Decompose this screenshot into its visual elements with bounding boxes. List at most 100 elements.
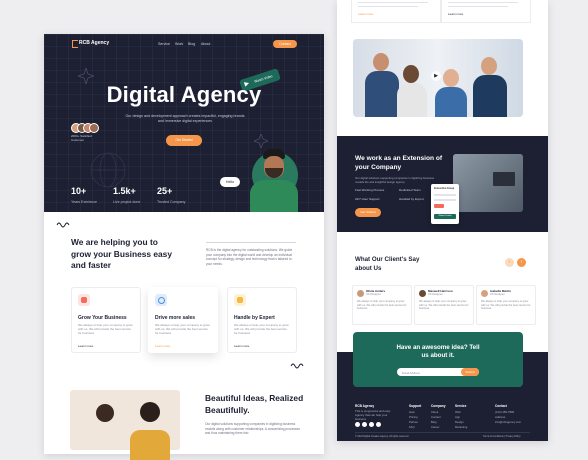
footer-col-title: Support [409, 404, 422, 408]
service-card[interactable]: Drive more sales We always ot help your … [148, 287, 218, 353]
footer-link[interactable]: Contact [431, 415, 441, 419]
extension-heading: We work as an Extension of your Company [355, 155, 443, 171]
nav-link-about[interactable]: About [201, 42, 210, 46]
footer-brand: RCB Agency [355, 404, 375, 408]
squiggle-icon [56, 222, 70, 228]
service-card[interactable]: Learn more [351, 0, 441, 23]
feature-item: 24/7 Hour Support [355, 197, 380, 201]
footer-link[interactable]: (123) 456-7890 [495, 410, 514, 414]
stat-label: Trusted Company [157, 200, 186, 204]
footer-col-title: Service [455, 404, 467, 408]
footer-about: This is progressive and easy Agency that… [355, 409, 391, 421]
footer-link[interactable]: Blog [431, 420, 437, 424]
footer-link[interactable]: Design [455, 420, 464, 424]
submit-details-button[interactable]: Submit Details [434, 214, 456, 219]
team-meeting-photo: ▶ [353, 39, 523, 117]
logo-icon [72, 40, 78, 48]
testimonial-card: Maxwell Harrison UX Designer We always o… [414, 285, 474, 325]
footer-link[interactable]: Career [431, 425, 440, 429]
hero-person-image [244, 144, 304, 212]
avatar [89, 123, 99, 133]
footer-link[interactable]: Partner [409, 420, 418, 424]
service-card[interactable]: Learn more [441, 0, 531, 23]
customer-avatars [71, 123, 99, 133]
hero-description: Our design and development approach crea… [125, 114, 245, 123]
testimonial-card: Isabella Martin UX Designer We always ot… [476, 285, 536, 325]
stat-number: 10+ [71, 186, 87, 196]
facebook-icon[interactable] [355, 422, 360, 427]
expert-icon [234, 294, 246, 306]
get-started-button[interactable]: Get Started [166, 135, 202, 146]
landing-page-right: Learn more Learn more ▶ We work as an Ex… [337, 0, 548, 441]
sales-icon [155, 294, 167, 306]
hero-title: Digital Agency [106, 82, 262, 107]
learn-more-link[interactable]: Learn more [155, 344, 170, 348]
extension-section: We work as an Extension of your Company … [337, 136, 548, 232]
hello-bubble: Hello [220, 177, 240, 187]
divider [206, 242, 296, 243]
footer-link[interactable]: FAQ [409, 425, 415, 429]
hero-section: RCB Agency Service Work Blog About Conta… [44, 34, 324, 212]
feature-item: Dedicated Team [399, 188, 421, 192]
nav-link-work[interactable]: Work [175, 42, 183, 46]
instagram-icon[interactable] [369, 422, 374, 427]
footer-link[interactable]: App [455, 415, 460, 419]
form-mockup: Instruction Group Submit Details [431, 184, 459, 224]
sparkle-icon [78, 68, 94, 84]
helping-text: RCB is the digital agency for outstandin… [206, 248, 293, 266]
customers-label: Customer [71, 138, 85, 142]
squiggle-icon [290, 363, 304, 369]
footer-link[interactable]: Web [455, 410, 461, 414]
nav-link-service[interactable]: Service [158, 42, 170, 46]
learn-more-link[interactable]: Learn more [358, 12, 373, 16]
contact-button[interactable]: Contact [273, 40, 297, 48]
idea-heading: Have an awesome idea? Tell us about it. [396, 344, 480, 360]
nav-link-blog[interactable]: Blog [188, 42, 195, 46]
footer-link[interactable]: info@rcbagency.com [495, 420, 521, 424]
globe-decoration [90, 152, 126, 188]
stat-number: 1.5k+ [113, 186, 136, 196]
feature-item: Handled by Expert [399, 197, 424, 201]
footer-link[interactable]: Address [495, 415, 505, 419]
footer-link[interactable]: Pricing [409, 415, 418, 419]
copyright: © 2024 Digital Creative Agency. All righ… [355, 435, 409, 438]
get-started-button[interactable]: Get Started [355, 208, 381, 217]
stat-label: Years Exerience [71, 200, 98, 204]
footer-col-title: Company [431, 404, 446, 408]
testimonial-card: Olivia Anders UX Designer We always ot h… [352, 285, 412, 325]
logo-text[interactable]: RCB Agency [79, 40, 109, 46]
learn-more-link[interactable]: Learn more [448, 12, 463, 16]
linkedin-icon[interactable] [376, 422, 381, 427]
learn-more-link[interactable]: Learn more [78, 344, 93, 348]
service-card[interactable]: Handle by Expert We always ot help your … [227, 287, 297, 353]
feature-item: Fast Working Process [355, 188, 385, 192]
divider [355, 432, 530, 433]
extension-text: Our digital solutions supporting compani… [355, 176, 435, 184]
helping-heading: We are helping you to grow your Business… [71, 237, 173, 270]
avatar [419, 290, 426, 297]
avatar [481, 290, 488, 297]
legal-links[interactable]: Terms & Conditions | Privacy Policy [483, 435, 521, 438]
service-card[interactable]: Grow Your Business We always ot help you… [71, 287, 141, 353]
stat-label: Live project done [113, 200, 141, 204]
footer-link[interactable]: Marketing [455, 425, 467, 429]
footer-col-title: Contact [495, 404, 507, 408]
submit-button[interactable]: Submit [461, 368, 479, 376]
avatar [357, 290, 364, 297]
play-icon[interactable]: ▶ [431, 71, 441, 81]
team-photo [70, 390, 180, 460]
ideas-text: Our digital solutions supporting compani… [205, 422, 300, 436]
office-photo [453, 154, 523, 212]
learn-more-link[interactable]: Learn more [234, 344, 249, 348]
next-arrow-icon[interactable]: › [517, 258, 526, 267]
footer-link[interactable]: Help [409, 410, 415, 414]
twitter-icon[interactable] [362, 422, 367, 427]
testimonials-heading: What Our Client's Say about Us [355, 256, 420, 272]
footer-link[interactable]: About [431, 410, 438, 414]
prev-arrow-icon[interactable]: ‹ [505, 258, 514, 267]
growth-icon [78, 294, 90, 306]
ideas-heading: Beautiful Ideas, Realized Beautifully. [205, 393, 304, 415]
ideas-section: Beautiful Ideas, Realized Beautifully. O… [44, 376, 324, 460]
idea-card: Have an awesome idea? Tell us about it. … [353, 332, 523, 387]
social-icons [355, 422, 395, 427]
